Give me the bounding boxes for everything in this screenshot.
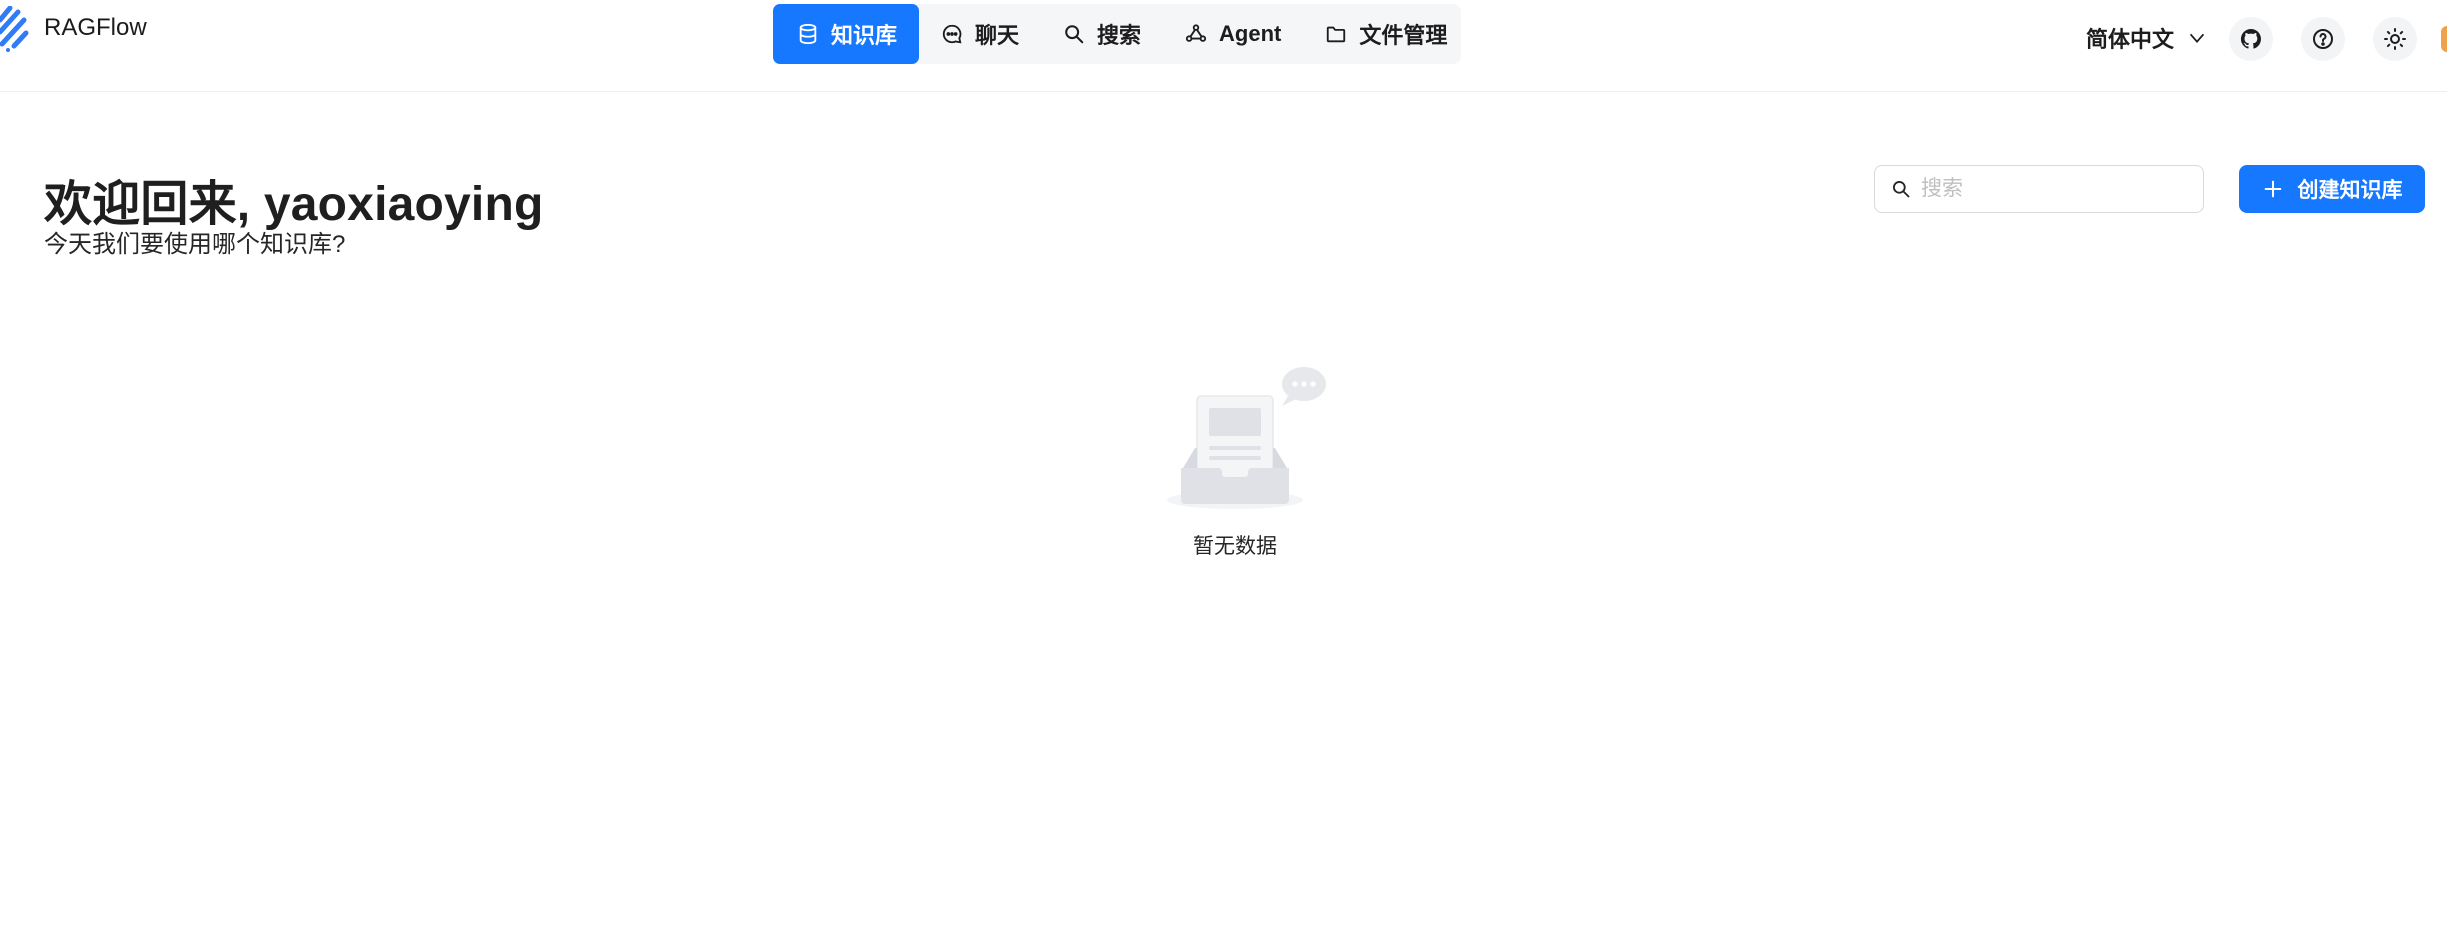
nav-item-file-manager[interactable]: 文件管理 xyxy=(1303,4,1469,64)
search-input[interactable] xyxy=(1921,169,2191,209)
theme-toggle-button[interactable] xyxy=(2373,17,2417,61)
plus-icon xyxy=(2264,180,2281,198)
theme-sun-icon xyxy=(2384,28,2406,50)
nav-item-label: 聊天 xyxy=(975,23,1020,48)
language-selector[interactable]: 简体中文 xyxy=(2086,22,2208,54)
chat-bubble-icon xyxy=(942,24,962,44)
nav-item-knowledge-base[interactable]: 知识库 xyxy=(773,4,920,64)
language-label: 简体中文 xyxy=(2086,27,2175,52)
nav-item-label: 知识库 xyxy=(831,23,898,48)
folder-icon xyxy=(1327,26,1346,43)
nav-item-agent[interactable]: Agent xyxy=(1163,4,1303,64)
page-subtitle: 今天我们要使用哪个知识库? xyxy=(44,231,346,258)
nav-item-chat[interactable]: 聊天 xyxy=(919,4,1041,64)
empty-state-text: 暂无数据 xyxy=(1193,535,1277,558)
database-icon xyxy=(799,23,817,45)
avatar[interactable] xyxy=(2441,26,2447,52)
nav-item-label: Agent xyxy=(1219,21,1282,46)
nav-item-label: 文件管理 xyxy=(1359,23,1448,48)
app-title[interactable]: RAGFlow xyxy=(44,14,147,42)
nav-item-label: 搜索 xyxy=(1097,23,1142,48)
create-button-label: 创建知识库 xyxy=(2297,179,2403,202)
help-button[interactable] xyxy=(2301,17,2345,61)
ragflow-logo-icon xyxy=(0,6,29,52)
search-field[interactable] xyxy=(1874,165,2204,213)
search-icon xyxy=(1893,181,1910,198)
search-icon xyxy=(1065,25,1084,44)
top-header: RAGFlow 知识库 聊天 搜索 Agent 文件管理 简体中文 xyxy=(0,0,2447,92)
empty-inbox-icon xyxy=(1167,367,1326,509)
github-button[interactable] xyxy=(2229,17,2273,61)
chevron-down-icon xyxy=(2189,33,2205,44)
nav-item-search[interactable]: 搜索 xyxy=(1041,4,1163,64)
help-icon xyxy=(2313,29,2333,49)
create-knowledge-base-button[interactable]: 创建知识库 xyxy=(2239,165,2425,213)
github-icon xyxy=(2240,28,2261,49)
main-nav: 知识库 聊天 搜索 Agent 文件管理 xyxy=(773,4,1461,64)
agent-graph-icon xyxy=(1185,24,1207,42)
